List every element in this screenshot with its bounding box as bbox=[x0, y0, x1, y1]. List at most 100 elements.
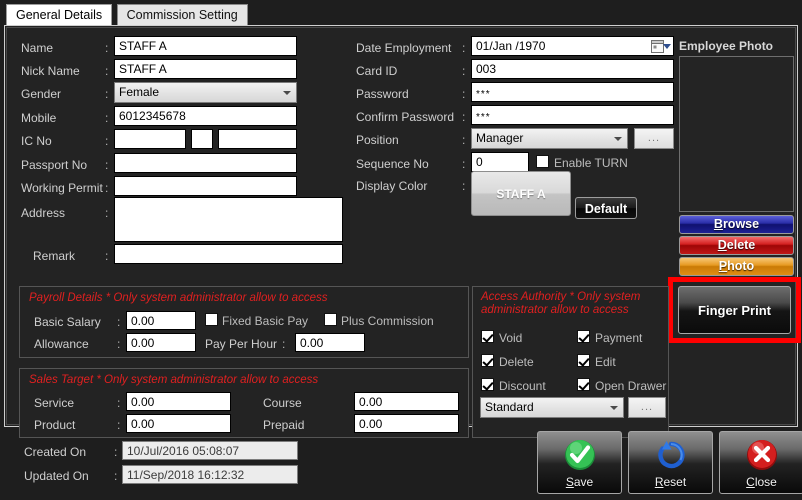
nick-name-input[interactable]: STAFF A bbox=[114, 59, 297, 79]
confirm-password-input[interactable]: *** bbox=[471, 105, 674, 125]
discount-label: Discount bbox=[499, 379, 546, 393]
basic-salary-input[interactable]: 0.00 bbox=[126, 311, 196, 330]
colon-basic-salary: : bbox=[117, 315, 121, 329]
edit-permission-label: Edit bbox=[595, 355, 616, 369]
colon-position: : bbox=[462, 133, 466, 147]
delete-button[interactable]: Delete bbox=[679, 236, 794, 255]
label-basic-salary: Basic Salary bbox=[34, 315, 101, 329]
save-button[interactable]: Save bbox=[537, 431, 622, 494]
colon-pay-per-hour: : bbox=[282, 337, 286, 351]
label-display-color: Display Color bbox=[356, 179, 428, 193]
colon-remark: : bbox=[105, 249, 109, 263]
tab-commission-setting[interactable]: Commission Setting bbox=[116, 4, 248, 26]
display-color-button[interactable]: STAFF A bbox=[471, 171, 571, 216]
created-on-value: 10/Jul/2016 05:08:07 bbox=[122, 441, 298, 460]
access-level-value: Standard bbox=[485, 400, 534, 414]
close-button-label: Close bbox=[746, 475, 777, 489]
fixed-basic-pay-label: Fixed Basic Pay bbox=[222, 314, 309, 328]
label-nick-name: Nick Name bbox=[21, 64, 80, 78]
check-circle-icon bbox=[562, 437, 598, 473]
void-label: Void bbox=[499, 331, 523, 345]
plus-commission-checkbox[interactable] bbox=[324, 313, 337, 326]
position-browse-button[interactable]: ... bbox=[634, 128, 674, 149]
colon-updated-on: : bbox=[114, 469, 118, 483]
allowance-input[interactable]: 0.00 bbox=[126, 333, 196, 352]
void-checkbox[interactable] bbox=[481, 330, 494, 343]
edit-permission-checkbox[interactable] bbox=[577, 354, 590, 367]
sequence-no-input[interactable]: 0 bbox=[471, 152, 529, 172]
passport-no-input[interactable] bbox=[114, 153, 297, 173]
card-id-input[interactable]: 003 bbox=[471, 59, 674, 79]
x-circle-icon bbox=[744, 437, 780, 473]
plus-commission-label: Plus Commission bbox=[341, 314, 434, 328]
colon-passport-no: : bbox=[105, 158, 109, 172]
colon-gender: : bbox=[105, 87, 109, 101]
access-level-select[interactable]: Standard bbox=[480, 397, 624, 418]
close-button[interactable]: Close bbox=[719, 431, 802, 494]
employee-photo-preview[interactable] bbox=[679, 56, 794, 212]
gender-select-value: Female bbox=[119, 85, 160, 99]
tab-general-details[interactable]: General Details bbox=[6, 4, 113, 26]
colon-ic-no: : bbox=[105, 134, 109, 148]
finger-print-button[interactable]: Finger Print bbox=[678, 286, 791, 334]
fixed-basic-pay-checkbox[interactable] bbox=[205, 313, 218, 326]
ic-no-input-part1[interactable] bbox=[114, 129, 186, 149]
tabstrip: General Details Commission Setting bbox=[4, 4, 798, 26]
colon-service: : bbox=[117, 396, 121, 410]
colon-created-on: : bbox=[114, 445, 118, 459]
payroll-details-title: Payroll Details * Only system administra… bbox=[29, 292, 328, 304]
save-button-label: Save bbox=[565, 475, 594, 489]
pay-per-hour-input[interactable]: 0.00 bbox=[295, 333, 365, 352]
working-permit-input[interactable] bbox=[114, 176, 297, 196]
photo-button[interactable]: Photo bbox=[679, 257, 794, 276]
label-course: Course bbox=[263, 396, 302, 410]
colon-date-employment: : bbox=[462, 41, 466, 55]
ic-no-input-part2[interactable] bbox=[191, 129, 213, 149]
employee-details-window: General Details Commission Setting Name … bbox=[0, 0, 802, 500]
browse-button[interactable]: Browse bbox=[679, 215, 794, 234]
payment-checkbox[interactable] bbox=[577, 330, 590, 343]
position-select[interactable]: Manager bbox=[471, 128, 628, 149]
label-updated-on: Updated On bbox=[24, 469, 89, 483]
mobile-input[interactable]: 6012345678 bbox=[114, 106, 297, 126]
employee-photo-title: Employee Photo bbox=[679, 39, 774, 53]
label-pay-per-hour: Pay Per Hour bbox=[205, 337, 278, 351]
course-input[interactable]: 0.00 bbox=[354, 392, 459, 411]
date-employment-input[interactable]: 01/Jan /1970 bbox=[471, 36, 674, 56]
delete-permission-checkbox[interactable] bbox=[481, 354, 494, 367]
colon-mobile: : bbox=[105, 111, 109, 125]
date-employment-value: 01/Jan /1970 bbox=[476, 39, 546, 53]
colon-allowance: : bbox=[117, 337, 121, 351]
ic-no-input-part3[interactable] bbox=[218, 129, 297, 149]
tab-page-inner: Name : STAFF A Nick Name : STAFF A Gende… bbox=[6, 27, 801, 438]
footer-bar: Created On : 10/Jul/2016 05:08:07 Update… bbox=[4, 428, 802, 496]
colon-confirm-password: : bbox=[462, 110, 466, 124]
colon-address: : bbox=[105, 206, 109, 220]
label-name: Name bbox=[21, 41, 54, 55]
colon-sequence-no: : bbox=[462, 157, 466, 171]
gender-select[interactable]: Female bbox=[114, 82, 297, 103]
address-input[interactable] bbox=[114, 197, 343, 242]
reset-button-label: Reset bbox=[654, 475, 687, 489]
name-input[interactable]: STAFF A bbox=[114, 36, 297, 56]
colon-password: : bbox=[462, 87, 466, 101]
date-dropdown-arrow-icon[interactable] bbox=[663, 44, 671, 49]
remark-input[interactable] bbox=[114, 244, 343, 264]
access-level-browse-button[interactable]: ... bbox=[628, 397, 666, 418]
service-input[interactable]: 0.00 bbox=[126, 392, 231, 411]
enable-turn-checkbox[interactable] bbox=[536, 155, 549, 168]
delete-permission-label: Delete bbox=[499, 355, 534, 369]
label-working-permit: Working Permit bbox=[21, 181, 103, 195]
label-allowance: Allowance bbox=[34, 337, 89, 351]
discount-checkbox[interactable] bbox=[481, 378, 494, 391]
chevron-down-icon bbox=[283, 90, 291, 95]
label-confirm-password: Confirm Password bbox=[356, 110, 455, 124]
sales-target-title: Sales Target * Only system administrator… bbox=[29, 374, 319, 386]
display-color-default-button[interactable]: Default bbox=[575, 197, 637, 219]
label-passport-no: Passport No bbox=[21, 158, 88, 172]
label-service: Service bbox=[34, 396, 75, 410]
colon-name: : bbox=[105, 41, 109, 55]
open-drawer-checkbox[interactable] bbox=[577, 378, 590, 391]
reset-button[interactable]: Reset bbox=[628, 431, 713, 494]
password-input[interactable]: *** bbox=[471, 82, 674, 102]
